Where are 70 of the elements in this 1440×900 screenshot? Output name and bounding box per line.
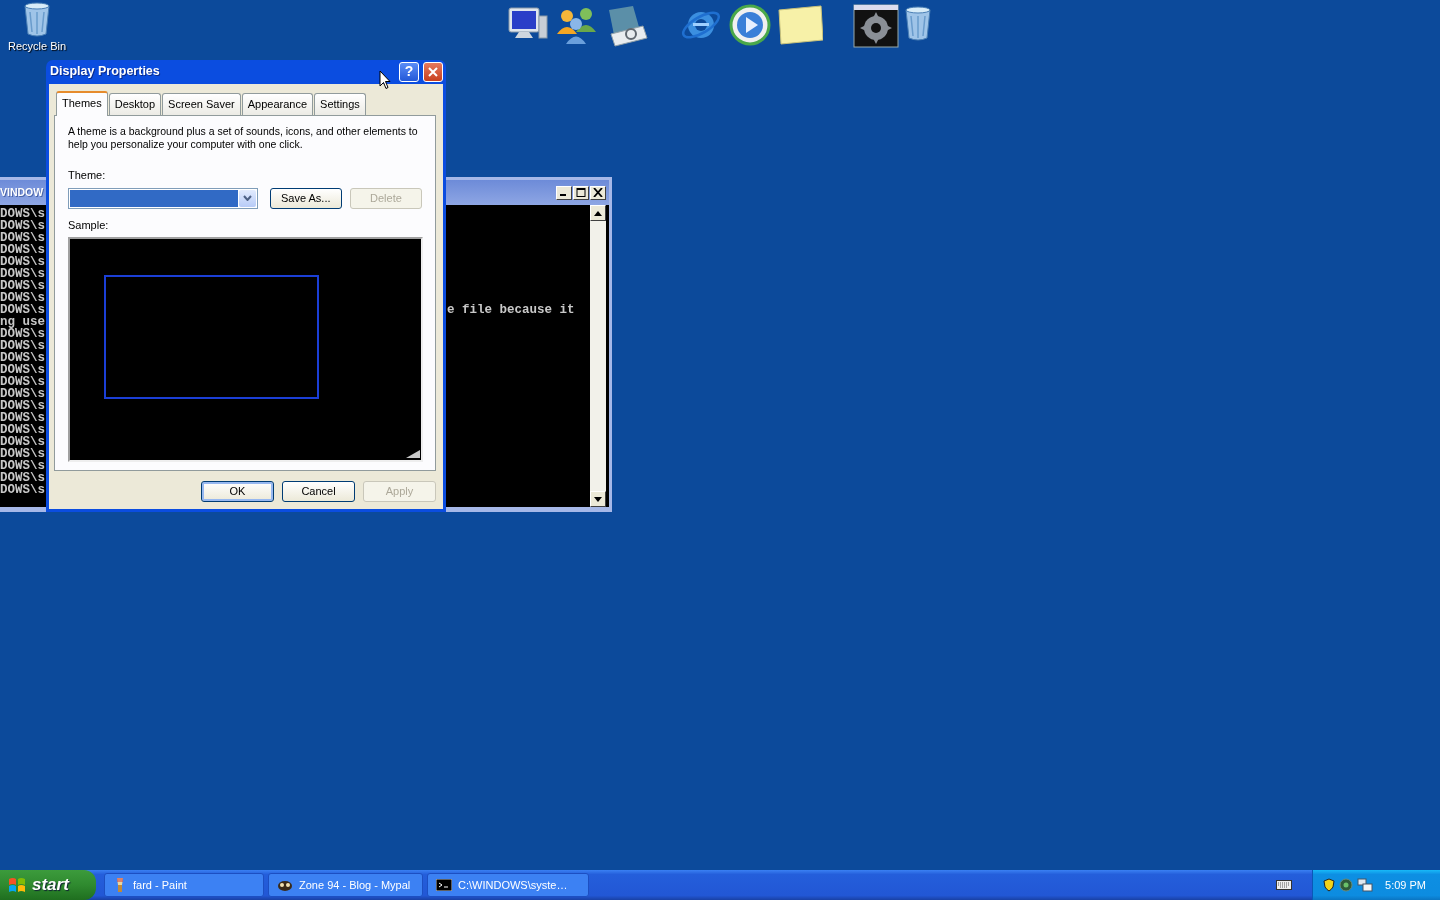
- taskbar-button[interactable]: C:\WINDOWS\syste…: [427, 873, 589, 897]
- console-text: DOWS\s: [0, 471, 45, 485]
- tab[interactable]: Themes: [56, 90, 108, 116]
- console-text: DOWS\s: [0, 387, 45, 401]
- console-text: DOWS\s: [0, 303, 45, 317]
- wedge-icon: [406, 450, 420, 458]
- down-arrow-icon[interactable]: [594, 496, 602, 502]
- tab[interactable]: Desktop: [108, 92, 162, 115]
- console-text: DOWS\s: [0, 411, 45, 425]
- trash-icon[interactable]: [21, 0, 53, 38]
- maximize-icon: [576, 188, 586, 197]
- theme-dropdown[interactable]: [68, 187, 258, 209]
- dialog-button[interactable]: OK: [201, 481, 274, 502]
- console-text: DOWS\s: [0, 207, 45, 221]
- dialog-button: Delete: [349, 187, 422, 209]
- console-text: DOWS\s: [0, 327, 45, 341]
- description-text: A theme is a background plus a set of sounds, icons, and other elements to help you personalize your computer with one click.: [68, 125, 418, 151]
- gear-icon[interactable]: [853, 4, 899, 48]
- console-text: DOWS\s: [0, 447, 45, 461]
- console-text: DOWS\s: [0, 483, 45, 497]
- console-text: DOWS\s: [0, 267, 45, 281]
- dialog-button: Apply: [363, 481, 436, 502]
- dialog-button[interactable]: Cancel: [282, 481, 355, 502]
- close-button[interactable]: [423, 61, 443, 82]
- console-text: DOWS\s: [0, 435, 45, 449]
- console-text: DOWS\s: [0, 243, 45, 257]
- flag-icon[interactable]: [8, 876, 26, 894]
- console-icon[interactable]: [436, 879, 452, 891]
- clock: 5:09 PM: [1385, 877, 1426, 893]
- console-text: e file because it: [447, 303, 575, 317]
- console-text: DOWS\s: [0, 363, 45, 377]
- scrollbar[interactable]: [590, 205, 606, 507]
- window-title: VINDOW: [0, 185, 44, 198]
- maximize-button[interactable]: [573, 185, 589, 200]
- tab[interactable]: Appearance: [241, 92, 314, 115]
- dialog-title: Display Properties: [50, 63, 160, 81]
- tab[interactable]: Screen Saver: [162, 92, 241, 115]
- console-text: ng use: [0, 315, 45, 329]
- console-text: DOWS\s: [0, 279, 45, 293]
- taskbar-button[interactable]: fard - Paint: [104, 873, 264, 897]
- note-icon[interactable]: [777, 4, 823, 48]
- tab[interactable]: Settings: [314, 92, 366, 115]
- dialog-button[interactable]: Save As...: [269, 187, 342, 209]
- console-text: DOWS\s: [0, 255, 45, 269]
- console-text: DOWS\s: [0, 351, 45, 365]
- close-icon: [593, 188, 603, 197]
- console-text: DOWS\s: [0, 231, 45, 245]
- help-button[interactable]: ?: [399, 61, 419, 82]
- network-icon[interactable]: [1357, 878, 1374, 892]
- up-arrow-icon[interactable]: [594, 210, 602, 216]
- chevron-icon[interactable]: [242, 195, 252, 201]
- cursor-icon: [379, 70, 391, 90]
- console-text: DOWS\s: [0, 375, 45, 389]
- console-text: DOWS\s: [0, 423, 45, 437]
- console-text: DOWS\s: [0, 399, 45, 413]
- keyboard-icon[interactable]: [1276, 880, 1293, 890]
- start-button[interactable]: start: [0, 870, 96, 900]
- icon-label[interactable]: Recycle Bin: [7, 38, 67, 55]
- field-label: Sample:: [68, 217, 110, 233]
- console-text: DOWS\s: [0, 219, 45, 233]
- console-text: DOWS\s: [0, 339, 45, 353]
- console-text: DOWS\s: [0, 459, 45, 473]
- status-icon[interactable]: [1339, 878, 1354, 892]
- console-text: DOWS\s: [0, 291, 45, 305]
- shield-icon[interactable]: [1323, 878, 1336, 892]
- minimize-button[interactable]: [556, 185, 572, 200]
- field-label: Theme:: [68, 168, 107, 183]
- close-icon[interactable]: [428, 66, 438, 77]
- taskbar-button[interactable]: Zone 94 - Blog - Mypal: [268, 873, 423, 897]
- close-button[interactable]: [590, 185, 606, 200]
